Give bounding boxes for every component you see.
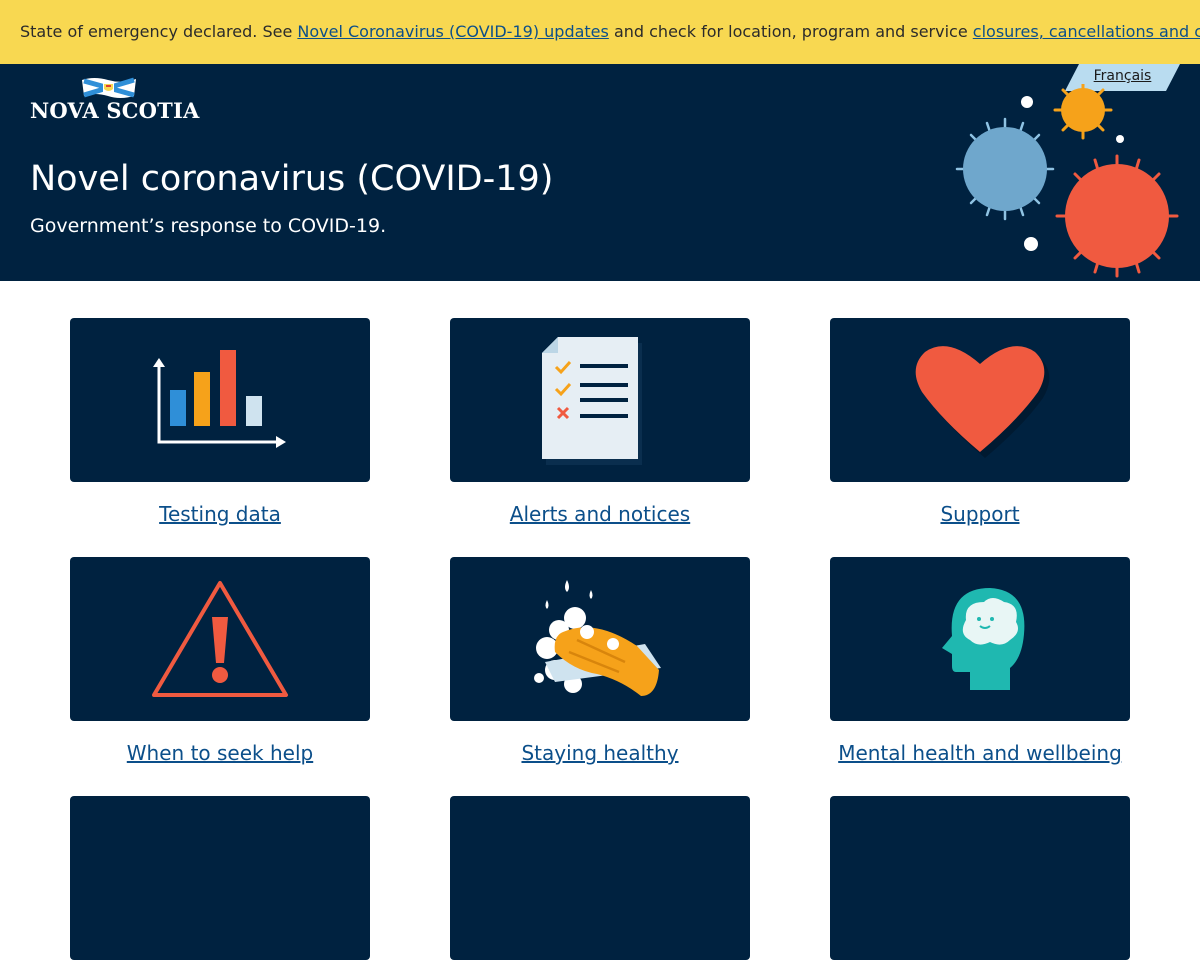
closures-link[interactable]: closures, cancellations and changes [973, 22, 1200, 41]
flag-icon [82, 77, 136, 98]
card-link-staying-healthy[interactable]: Staying healthy [450, 741, 750, 765]
card-link-testing-data[interactable]: Testing data [70, 502, 370, 526]
card-image[interactable] [830, 796, 1130, 960]
heart-icon [915, 346, 1050, 458]
card-image[interactable] [450, 318, 750, 482]
card-link-alerts-notices[interactable]: Alerts and notices [450, 502, 750, 526]
card-image[interactable] [70, 796, 370, 960]
card-image[interactable] [70, 557, 370, 721]
logo-wordmark: NOVA SCOTIA [30, 98, 200, 123]
card-row3-left [70, 796, 370, 960]
card-row3-right [830, 796, 1130, 960]
warning-triangle-icon [152, 581, 288, 697]
card-link-seek-help[interactable]: When to seek help [70, 741, 370, 765]
alert-text-middle: and check for location, program and serv… [608, 22, 973, 41]
emergency-alert-bar: State of emergency declared. See Novel C… [0, 0, 1200, 64]
card-staying-healthy: Staying healthy [450, 557, 750, 765]
card-testing-data: Testing data [70, 318, 370, 526]
covid-updates-link[interactable]: Novel Coronavirus (COVID-19) updates [297, 22, 608, 41]
card-alerts-notices: Alerts and notices [450, 318, 750, 526]
hero-banner: NOVA SCOTIA Français Novel coronavirus (… [0, 64, 1200, 281]
alert-text-start: State of emergency declared. See [20, 22, 298, 41]
topic-card-grid: Testing data Alerts and notices Support … [0, 281, 1200, 960]
virus-illustration-icon [955, 84, 1179, 278]
card-image[interactable] [70, 318, 370, 482]
page-subtitle: Government’s response to COVID-19. [30, 215, 387, 237]
card-support: Support [830, 318, 1130, 526]
card-link-mental-health[interactable]: Mental health and wellbeing [830, 741, 1130, 765]
card-mental-health: Mental health and wellbeing [830, 557, 1130, 765]
card-seek-help: When to seek help [70, 557, 370, 765]
card-image[interactable] [830, 318, 1130, 482]
card-image[interactable] [450, 557, 750, 721]
card-row3-middle [450, 796, 750, 960]
card-link-support[interactable]: Support [830, 502, 1130, 526]
nova-scotia-logo[interactable]: NOVA SCOTIA [30, 76, 199, 123]
card-image[interactable] [450, 796, 750, 960]
page-title: Novel coronavirus (COVID-19) [30, 159, 554, 199]
bar-chart-icon [153, 350, 286, 448]
checklist-document-icon [542, 336, 642, 465]
card-image[interactable] [830, 557, 1130, 721]
hand-washing-icon [534, 580, 661, 696]
head-brain-icon [942, 588, 1025, 690]
french-language-link[interactable]: Français [1065, 68, 1180, 84]
